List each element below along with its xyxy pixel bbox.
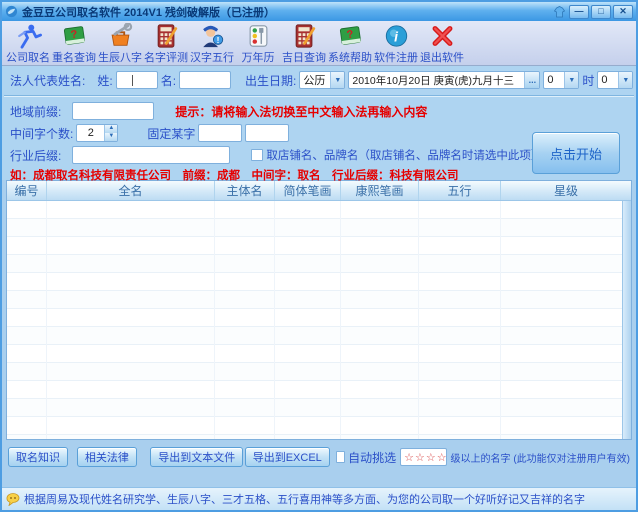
status-bar: 根据周易及现代姓名研究学、生辰八字、三才五格、五行喜用神等多方面、为您的公司取一… [2, 487, 636, 510]
date-picker-button[interactable]: ... [524, 72, 539, 88]
legal-name-label: 法人代表姓名: [10, 72, 85, 89]
shop-checkbox-label: 取店铺名、品牌名（取店铺名、品牌名时请选中此项） [266, 147, 542, 163]
column-header-stars[interactable]: 星级 [501, 181, 631, 200]
input-method-hint: 提示：请将输入法切换至中文输入法再输入内容 [175, 103, 427, 120]
column-header-mainname[interactable]: 主体名 [215, 181, 275, 200]
fixed-char-label: 固定某字 [147, 125, 195, 142]
toolbar-button-help[interactable]: ? 系统帮助 [327, 22, 373, 65]
toolbar-button-hanzi-wuxing[interactable]: ! 汉字五行 [189, 22, 235, 65]
hour-label: 时 [582, 72, 594, 89]
industry-suffix-label: 行业后缀: [10, 147, 61, 164]
vertical-scrollbar[interactable] [622, 201, 631, 439]
chevron-down-icon[interactable]: ▼ [330, 72, 344, 88]
column-header-kangxi-strokes[interactable]: 康熙笔画 [341, 181, 419, 200]
close-button[interactable]: ✕ [613, 5, 633, 19]
maximize-button[interactable]: □ [591, 5, 611, 19]
star-level-select[interactable]: ☆☆☆☆ ▼ [400, 448, 446, 466]
column-header-simplified-strokes[interactable]: 简体笔画 [275, 181, 341, 200]
status-bubble-icon [6, 493, 20, 506]
actions-bar: 取名知识 相关法律 导出到文本文件 导出到EXCEL 自动挑选 ☆☆☆☆ ▼ 级… [2, 440, 636, 468]
region-prefix-label: 地域前缀: [10, 103, 61, 120]
given-name-label: 名: [161, 72, 176, 89]
middle-count-label: 中间字个数: [10, 125, 73, 142]
minimize-button[interactable]: — [569, 5, 589, 19]
spacer [2, 468, 636, 487]
perpetual-calendar-icon [245, 23, 272, 49]
given-name-input[interactable] [179, 71, 231, 89]
export-excel-button[interactable]: 导出到EXCEL [245, 447, 330, 467]
table-body [7, 201, 622, 439]
export-txt-button[interactable]: 导出到文本文件 [150, 447, 243, 467]
name-evaluate-calculator-icon [153, 23, 180, 49]
column-header-wuxing[interactable]: 五行 [419, 181, 501, 200]
chevron-down-icon[interactable]: ▼ [564, 72, 578, 88]
related-law-button[interactable]: 相关法律 [77, 447, 137, 467]
form-separator [4, 95, 634, 97]
column-header-fullname[interactable]: 全名 [47, 181, 215, 200]
window-title: 金豆豆公司取名软件 2014V1 残剑破解版（已注册） [22, 4, 275, 20]
naming-knowledge-button[interactable]: 取名知识 [8, 447, 68, 467]
column-header-id[interactable]: 编号 [7, 181, 47, 200]
toolbar-button-name-evaluate[interactable]: 名字评测 [143, 22, 189, 65]
company-naming-icon [15, 23, 42, 49]
star-level-suffix: 级以上的名字 (此功能仅对注册用户有效) [451, 450, 630, 465]
toolbar-button-calendar[interactable]: 万年历 [235, 22, 281, 65]
hanzi-wuxing-person-icon: ! [199, 23, 226, 49]
toolbar-button-duplicate-search[interactable]: ? 重名查询 [51, 22, 97, 65]
app-window: 金豆豆公司取名软件 2014V1 残剑破解版（已注册） — □ ✕ 公司取名 [0, 0, 638, 512]
toolbar-button-register[interactable]: i 软件注册 [373, 22, 419, 65]
naming-form: 法人代表姓名: 姓: 名: 出生日期: 公历 ▼ 2010年10月20日 庚寅(… [2, 66, 636, 180]
toolbar-button-lucky-day[interactable]: 吉日查询 [281, 22, 327, 65]
text-caret [132, 75, 133, 86]
example-text: 如：成都取名科技有限责任公司 前缀：成都 中间字：取名 行业后缀：科技有限公司 [10, 167, 459, 183]
surname-input[interactable] [116, 71, 158, 89]
calendar-type-select[interactable]: 公历 ▼ [299, 71, 345, 89]
hour-select[interactable]: 0 ▼ [543, 71, 579, 89]
toolbar-button-bazi[interactable]: 生辰八字 [97, 22, 143, 65]
app-icon [5, 5, 18, 18]
spinner-up-icon[interactable]: ▲ [105, 125, 117, 133]
start-button[interactable]: 点击开始 [532, 132, 620, 174]
surname-label: 姓: [97, 72, 112, 89]
skin-icon[interactable] [552, 5, 567, 19]
minute-select[interactable]: 0 ▼ [597, 71, 633, 89]
svg-text:!: ! [216, 35, 219, 45]
fixed-char-input-1[interactable] [198, 124, 242, 142]
toolbar-button-exit[interactable]: 退出软件 [419, 22, 465, 65]
spinner-down-icon[interactable]: ▼ [105, 133, 117, 141]
birthdate-input[interactable]: 2010年10月20日 庚寅(虎)九月十三 ... [348, 71, 540, 89]
duplicate-name-search-icon: ? [61, 23, 88, 49]
star-rating: ☆☆☆☆ [401, 451, 446, 464]
industry-suffix-input[interactable] [72, 146, 230, 164]
title-bar: 金豆豆公司取名软件 2014V1 残剑破解版（已注册） — □ ✕ [2, 2, 636, 21]
chevron-down-icon[interactable]: ▼ [618, 72, 632, 88]
region-prefix-input[interactable] [72, 102, 154, 120]
shop-name-checkbox[interactable] [251, 149, 263, 161]
auto-pick-label: 自动挑选 [348, 449, 396, 466]
birthdate-label: 出生日期: [245, 72, 296, 89]
status-text: 根据周易及现代姓名研究学、生辰八字、三才五格、五行喜用神等多方面、为您的公司取一… [24, 491, 585, 507]
register-info-icon: i [383, 23, 410, 49]
lucky-day-calculator-icon [291, 23, 318, 49]
results-table: 编号 全名 主体名 简体笔画 康熙笔画 五行 星级 [6, 180, 632, 440]
auto-pick-checkbox[interactable] [336, 451, 345, 463]
help-book-icon: ? [337, 23, 364, 49]
bazi-toolbox-icon [107, 23, 134, 49]
toolbar-button-company-naming[interactable]: 公司取名 [5, 22, 51, 65]
exit-x-icon [429, 23, 456, 49]
toolbar: 公司取名 ? 重名查询 生辰八字 [2, 21, 636, 66]
fixed-char-input-2[interactable] [245, 124, 289, 142]
table-header: 编号 全名 主体名 简体笔画 康熙笔画 五行 星级 [7, 181, 631, 201]
middle-count-stepper[interactable]: 2 ▲▼ [76, 124, 118, 142]
